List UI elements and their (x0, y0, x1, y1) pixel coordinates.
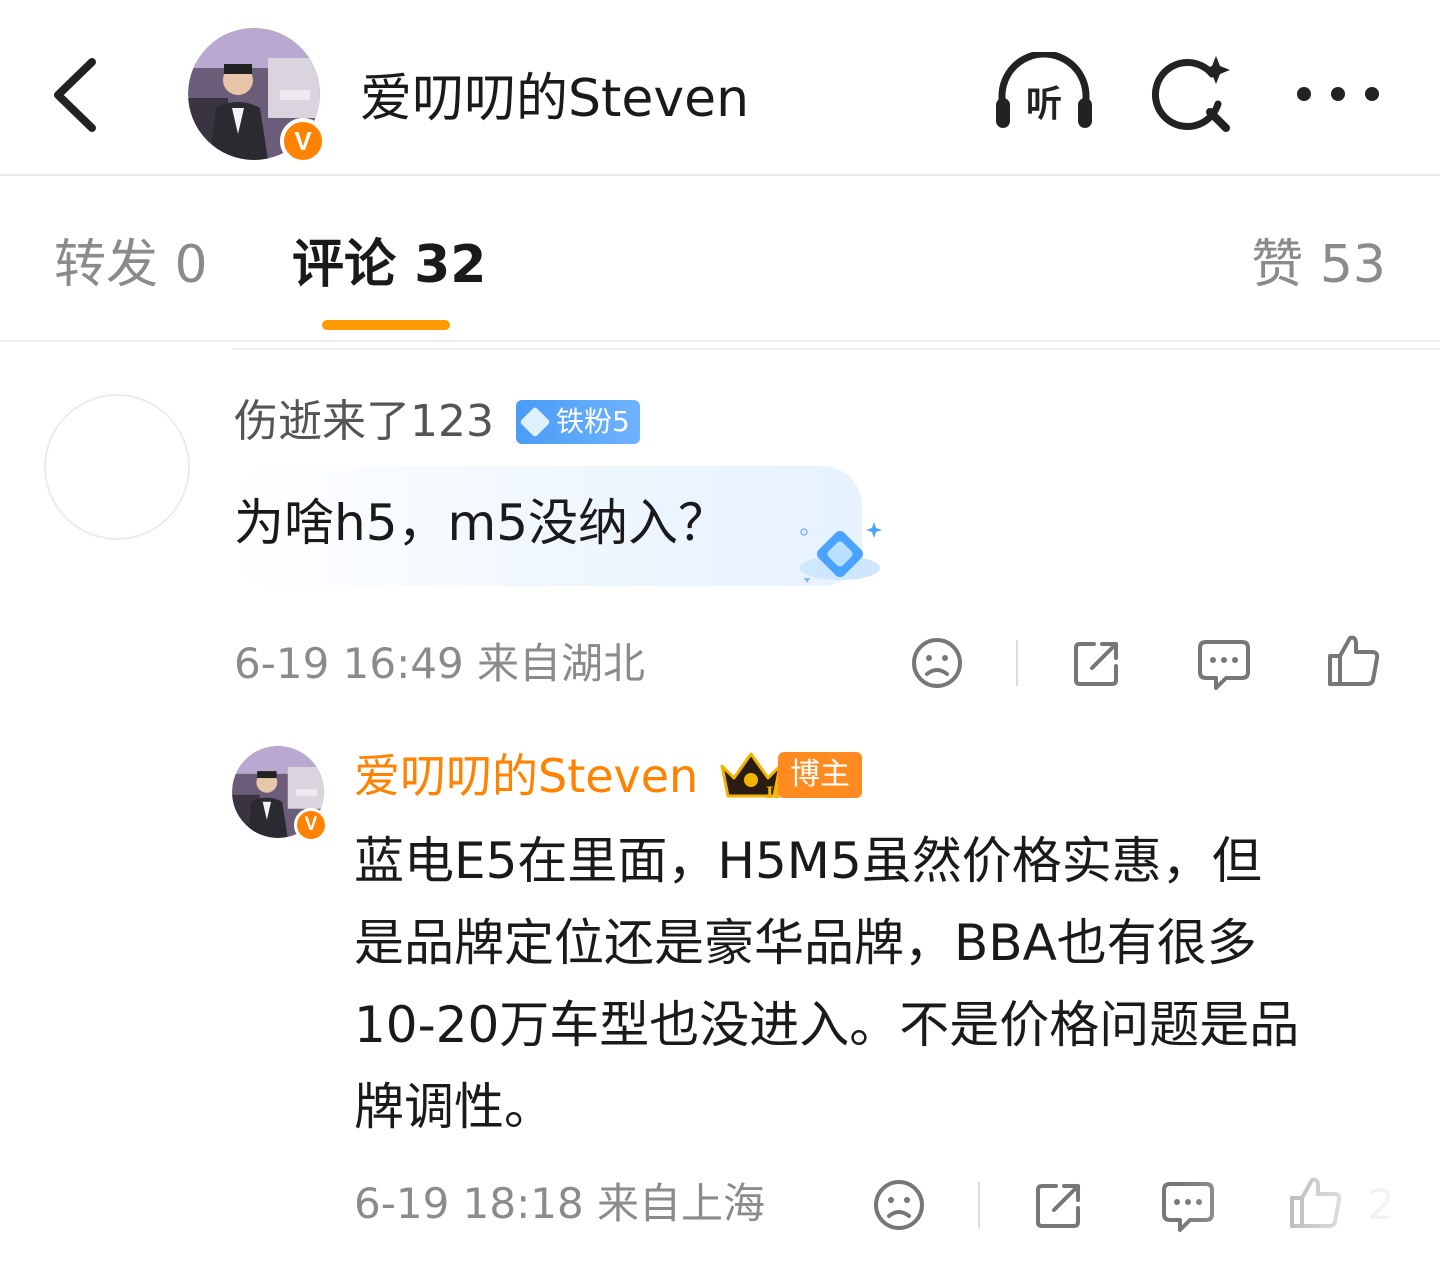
share-icon[interactable] (1032, 1178, 1086, 1232)
ai-search-button[interactable] (1150, 52, 1236, 142)
divider (232, 348, 1440, 350)
tab-repost[interactable]: 转发 0 (54, 230, 208, 300)
ai-search-icon (1151, 56, 1230, 132)
dislike-icon[interactable] (910, 636, 964, 690)
reply-icon[interactable] (1196, 636, 1252, 692)
reply-text-line: 蓝电E5在里面，H5M5虽然价格实惠，但 (354, 832, 1262, 890)
reply-author-avatar[interactable]: V (232, 746, 328, 842)
tab-bar: 转发 0 评论 32 赞 53 (0, 178, 1440, 342)
back-button[interactable] (40, 50, 110, 140)
back-icon (54, 58, 96, 132)
listen-button[interactable]: 听 (992, 50, 1096, 140)
reply-text-line: 是品牌定位还是豪华品牌，BBA也有很多 (354, 914, 1257, 972)
blogger-badge: 博主 (778, 752, 862, 798)
diamond-decoration-icon (800, 522, 882, 583)
more-button[interactable] (1292, 74, 1384, 118)
reply-text-line: 牌调性。 (354, 1078, 554, 1136)
reply-meta: 6-19 18:18 来自上海 (354, 1179, 766, 1228)
comment-text: 为啥h5，m5没纳入？ (234, 494, 729, 552)
reply-text: 蓝电E5在里面，H5M5虽然价格实惠，但 是品牌定位还是豪华品牌，BBA也有很多… (354, 820, 1404, 1148)
like-count: 2 (1368, 1180, 1395, 1229)
commenter-avatar[interactable] (44, 394, 190, 540)
fan-badge-label: 铁粉5 (556, 405, 630, 438)
active-tab-indicator (322, 320, 450, 330)
reply-icon[interactable] (1160, 1178, 1216, 1234)
commenter-name[interactable]: 伤逝来了123 (234, 392, 494, 452)
comment-meta: 6-19 16:49 来自湖北 (234, 639, 646, 688)
listen-icon: 听 (996, 50, 1092, 128)
reply-author-name[interactable]: 爱叨叨的Steven (354, 746, 698, 806)
share-icon[interactable] (1070, 636, 1124, 690)
verified-badge: V (294, 808, 328, 842)
reply-text-line: 10-20万车型也没进入。不是价格问题是品 (354, 996, 1300, 1054)
tab-comment[interactable]: 评论 32 (292, 230, 486, 300)
crown-icon: II (720, 752, 782, 802)
action-divider (1016, 640, 1018, 686)
verified-badge: V (280, 118, 326, 164)
more-icon (1297, 87, 1379, 101)
action-divider (978, 1182, 980, 1228)
like-icon[interactable] (1326, 632, 1382, 688)
page-title: 爱叨叨的Steven (360, 69, 750, 129)
dislike-icon[interactable] (872, 1178, 926, 1232)
fan-badge[interactable]: 铁粉5 (516, 400, 640, 444)
tab-like[interactable]: 赞 53 (1251, 230, 1386, 300)
diamond-icon (519, 406, 551, 438)
top-bar: V 爱叨叨的Steven 听 (0, 0, 1440, 176)
author-avatar[interactable]: V (188, 28, 326, 164)
svg-text:听: 听 (1026, 84, 1062, 125)
like-icon[interactable] (1288, 1174, 1344, 1230)
